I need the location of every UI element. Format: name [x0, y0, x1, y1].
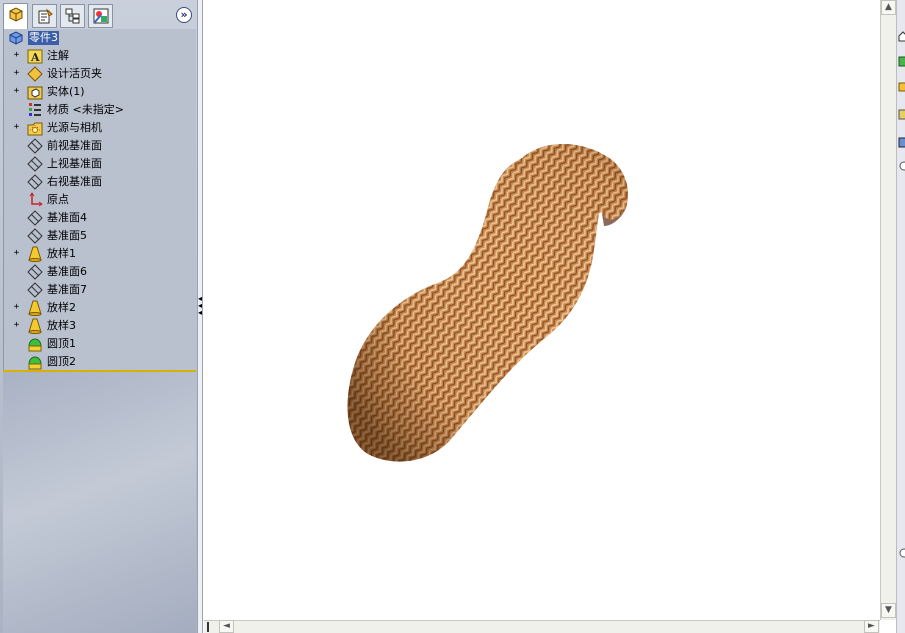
expand-plus-icon[interactable]: + [13, 123, 20, 132]
expand-plus-icon[interactable]: + [13, 321, 20, 330]
graphics-viewport[interactable] [204, 0, 880, 620]
feature-tree: 零件3 + A 注解 + 设计活页夹 + 实体(1) 材质 <未指定> + 光源… [3, 29, 196, 370]
expand-panel-button[interactable]: » [176, 7, 192, 23]
tree-item-label: 基准面7 [47, 283, 87, 296]
tab-property-manager[interactable] [32, 4, 57, 28]
tree-item-dome2[interactable]: 圆顶2 [4, 353, 197, 371]
plane-icon [27, 264, 43, 280]
expand-plus-icon[interactable]: + [13, 87, 20, 96]
tree-item-label: 圆顶1 [47, 337, 76, 350]
tree-item-lights-cameras[interactable]: + 光源与相机 [4, 119, 197, 137]
feature-manager-panel: » 零件3 + A 注解 + 设计活页夹 + 实体(1) 材质 <未指定> + … [0, 0, 197, 633]
tree-item-loft1[interactable]: + 放样1 [4, 245, 197, 263]
custom-properties-icon[interactable] [898, 160, 905, 172]
vertical-scrollbar[interactable]: ▲ ▼ [880, 0, 896, 620]
plane-icon [27, 174, 43, 190]
scroll-left-button[interactable]: ◄ [219, 620, 234, 633]
solid-body-icon [27, 86, 43, 100]
tree-item-design-binder[interactable]: + 设计活页夹 [4, 65, 197, 83]
annotation-icon: A [27, 49, 43, 64]
tree-item-label: 实体(1) [47, 85, 85, 98]
scroll-down-button[interactable]: ▼ [881, 603, 896, 618]
expand-plus-icon[interactable]: + [13, 249, 20, 258]
feature-tree-icon [9, 7, 23, 22]
tree-item-plane6[interactable]: 基准面6 [4, 263, 197, 281]
tree-item-material[interactable]: 材质 <未指定> [4, 101, 197, 119]
origin-icon [29, 192, 43, 207]
tree-item-right-plane[interactable]: 右视基准面 [4, 173, 197, 191]
expand-plus-icon[interactable]: + [13, 69, 20, 78]
tree-item-top-plane[interactable]: 上视基准面 [4, 155, 197, 173]
feature-tree-empty-area [3, 372, 196, 633]
plane-icon [27, 210, 43, 226]
plane-icon [27, 156, 43, 172]
appearances-icon[interactable] [898, 136, 905, 148]
tree-item-loft2[interactable]: + 放样2 [4, 299, 197, 317]
tree-item-loft3[interactable]: + 放样3 [4, 317, 197, 335]
loft-icon [28, 300, 42, 316]
tree-item-label: 材质 <未指定> [47, 103, 124, 116]
tab-display-manager[interactable] [88, 4, 113, 28]
plane-icon [27, 138, 43, 154]
panel-tab-bar: » [0, 0, 197, 29]
tree-item-label: 注解 [47, 49, 69, 62]
part-icon [9, 31, 23, 45]
scroll-up-button[interactable]: ▲ [881, 0, 896, 15]
file-explorer-icon[interactable] [898, 80, 905, 92]
design-binder-icon [27, 66, 43, 82]
view-palette-icon[interactable] [898, 108, 905, 120]
material-icon [29, 103, 41, 116]
design-library-icon[interactable] [898, 55, 905, 67]
dome-icon [28, 356, 42, 370]
tree-item-label: 原点 [47, 193, 69, 206]
peanut-shell-body[interactable] [347, 144, 629, 462]
tree-item-label: 设计活页夹 [47, 67, 102, 80]
dome-icon [28, 338, 42, 352]
property-icon [38, 8, 53, 24]
tree-item-label: 放样1 [47, 247, 76, 260]
horizontal-scrollbar[interactable]: ◄ ► [204, 620, 880, 633]
tree-item-plane7[interactable]: 基准面7 [4, 281, 197, 299]
expand-plus-icon[interactable]: + [13, 303, 20, 312]
splitter-grip-icon[interactable]: ◂ ◂ ◂ [198, 295, 202, 317]
tab-split-handle[interactable] [207, 622, 209, 632]
tree-item-label: 前视基准面 [47, 139, 102, 152]
tree-item-dome1[interactable]: 圆顶1 [4, 335, 197, 353]
tree-item-label: 放样3 [47, 319, 76, 332]
tree-item-label: 放样2 [47, 301, 76, 314]
tab-feature-manager[interactable] [3, 3, 28, 29]
collapse-pane-icon[interactable] [898, 547, 905, 559]
tree-item-label: 上视基准面 [47, 157, 102, 170]
tab-configuration-manager[interactable] [60, 4, 85, 28]
tree-item-plane4[interactable]: 基准面4 [4, 209, 197, 227]
tree-item-label: 基准面5 [47, 229, 87, 242]
lights-cameras-icon [27, 122, 43, 136]
tree-item-label: 基准面4 [47, 211, 87, 224]
expand-plus-icon[interactable]: + [13, 51, 20, 60]
peanut-shell-model[interactable] [204, 0, 880, 620]
appearance-icon [93, 8, 109, 24]
plane-icon [27, 282, 43, 298]
loft-icon [28, 246, 42, 262]
tree-root-part[interactable]: 零件3 [4, 29, 197, 47]
tree-item-label: 右视基准面 [47, 175, 102, 188]
home-icon[interactable] [898, 30, 905, 42]
svg-text:A: A [30, 51, 40, 64]
configuration-icon [65, 8, 80, 24]
tree-item-label: 基准面6 [47, 265, 87, 278]
tree-item-solid-bodies[interactable]: + 实体(1) [4, 83, 197, 101]
panel-splitter[interactable]: ◂ ◂ ◂ [197, 0, 203, 633]
loft-icon [28, 318, 42, 334]
tree-item-label: 光源与相机 [47, 121, 102, 134]
scroll-right-button[interactable]: ► [864, 620, 879, 633]
tree-item-annotations[interactable]: + A 注解 [4, 47, 197, 65]
tree-item-plane5[interactable]: 基准面5 [4, 227, 197, 245]
plane-icon [27, 228, 43, 244]
tree-item-origin[interactable]: 原点 [4, 191, 197, 209]
tree-item-label: 圆顶2 [47, 355, 76, 368]
tree-root-label: 零件3 [28, 31, 59, 45]
task-pane-strip [896, 0, 905, 633]
tree-item-front-plane[interactable]: 前视基准面 [4, 137, 197, 155]
